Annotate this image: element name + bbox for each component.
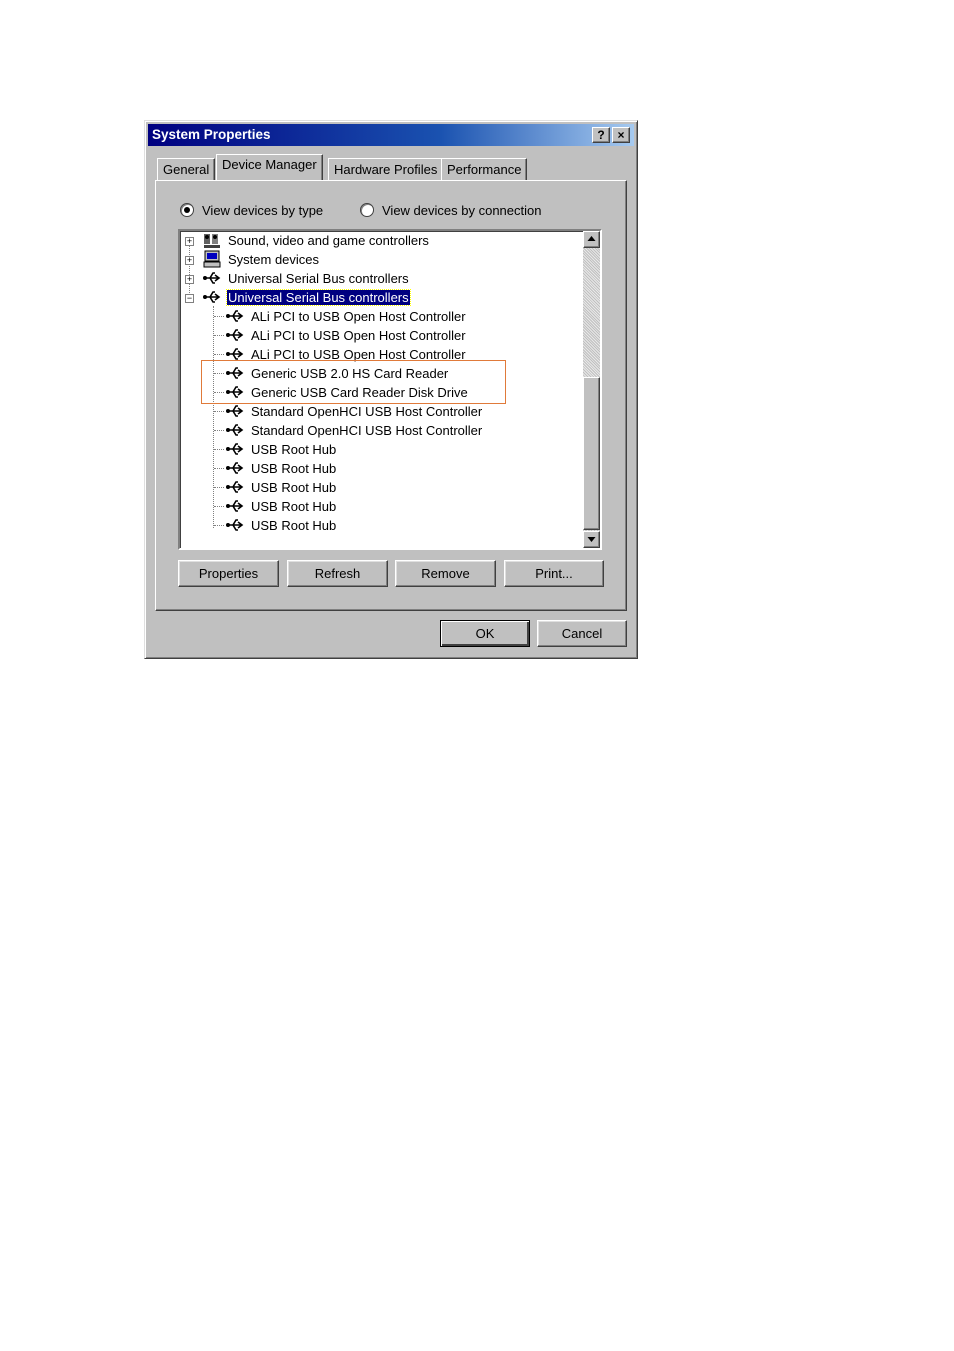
tree-line [214, 506, 224, 507]
view-by-connection-label: View devices by connection [382, 203, 542, 218]
tree-device-item[interactable]: ALi PCI to USB Open Host Controller [180, 326, 580, 345]
usb-icon [226, 443, 244, 455]
print-button[interactable]: Print... [504, 560, 604, 587]
tree-device-item[interactable]: USB Root Hub [180, 459, 580, 478]
tab-general[interactable]: General [157, 158, 216, 180]
close-button[interactable]: × [612, 127, 630, 143]
usb-icon [226, 500, 244, 512]
tree-device-item[interactable]: Standard OpenHCI USB Host Controller [180, 402, 580, 421]
tree-device-label: USB Root Hub [251, 442, 337, 457]
expand-icon[interactable]: + [185, 237, 194, 246]
remove-button[interactable]: Remove [395, 560, 496, 587]
tree-device-label: USB Root Hub [251, 499, 337, 514]
tree-device-item[interactable]: USB Root Hub [180, 497, 580, 516]
tree-device-label: USB Root Hub [251, 461, 337, 476]
tree-category-label: System devices [228, 252, 320, 267]
tree-device-item[interactable]: USB Root Hub [180, 478, 580, 497]
usb-icon [226, 424, 244, 436]
tree-device-label: USB Root Hub [251, 518, 337, 533]
refresh-button[interactable]: Refresh [287, 560, 388, 587]
tree-device-label: Standard OpenHCI USB Host Controller [251, 423, 483, 438]
tree-device-item[interactable]: Standard OpenHCI USB Host Controller [180, 421, 580, 440]
tree-device-label: ALi PCI to USB Open Host Controller [251, 309, 466, 324]
tree-device-item[interactable]: ALi PCI to USB Open Host Controller [180, 307, 580, 326]
tree-category-usb-expanded[interactable]: − Universal Serial Bus controllers [180, 288, 580, 307]
view-by-type-option[interactable]: View devices by type [180, 203, 323, 218]
expand-icon[interactable]: + [185, 275, 194, 284]
window-title: System Properties [152, 127, 271, 142]
view-by-type-radio[interactable] [180, 203, 194, 217]
usb-icon [226, 462, 244, 474]
title-bar[interactable]: System Properties ? × [148, 124, 634, 146]
tree-line [214, 468, 224, 469]
tree-line [214, 487, 224, 488]
tree-line [214, 354, 224, 355]
scroll-thumb[interactable] [583, 377, 600, 530]
tree-device-item[interactable]: USB Root Hub [180, 516, 580, 535]
tree-line [214, 411, 224, 412]
view-by-connection-option[interactable]: View devices by connection [360, 203, 541, 218]
usb-icon [203, 291, 221, 303]
tree-device-label: Standard OpenHCI USB Host Controller [251, 404, 483, 419]
tree-device-label: USB Root Hub [251, 480, 337, 495]
tree-category-sound[interactable]: + Sound, video and game controllers [180, 231, 580, 250]
collapse-icon[interactable]: − [185, 294, 194, 303]
ok-button[interactable]: OK [440, 620, 530, 647]
tree-device-item[interactable]: USB Root Hub [180, 440, 580, 459]
usb-icon [203, 272, 221, 284]
properties-button[interactable]: Properties [178, 560, 279, 587]
tree-line [214, 449, 224, 450]
expand-icon[interactable]: + [185, 256, 194, 265]
tree-category-usb[interactable]: + Universal Serial Bus controllers [180, 269, 580, 288]
arrow-down-icon [587, 537, 596, 542]
scroll-up-button[interactable] [583, 231, 600, 248]
tree-line [214, 525, 224, 526]
tree-line [214, 316, 224, 317]
usb-icon [226, 405, 244, 417]
usb-icon [226, 329, 244, 341]
usb-icon [226, 519, 244, 531]
tree-category-label: Sound, video and game controllers [228, 233, 429, 248]
help-button[interactable]: ? [592, 127, 610, 143]
view-by-type-label: View devices by type [202, 203, 324, 218]
card-reader-highlight-box [201, 360, 506, 404]
tree-line [214, 335, 224, 336]
tree-category-label: Universal Serial Bus controllers [228, 271, 409, 286]
computer-icon [203, 250, 221, 268]
tree-category-system-devices[interactable]: + System devices [180, 250, 580, 269]
speaker-icon [204, 234, 220, 248]
tab-device-manager[interactable]: Device Manager [216, 154, 323, 180]
cancel-button[interactable]: Cancel [537, 620, 627, 647]
scroll-down-button[interactable] [583, 531, 600, 548]
tree-scrollbar[interactable] [583, 231, 600, 548]
usb-icon [226, 310, 244, 322]
tab-hardware-profiles[interactable]: Hardware Profiles [328, 158, 444, 180]
view-by-connection-radio[interactable] [360, 203, 374, 217]
usb-icon [226, 481, 244, 493]
tree-category-label-selected: Universal Serial Bus controllers [226, 289, 411, 306]
arrow-up-icon [587, 236, 596, 241]
tree-line [214, 430, 224, 431]
tab-performance[interactable]: Performance [441, 158, 528, 180]
tree-device-label: ALi PCI to USB Open Host Controller [251, 328, 466, 343]
